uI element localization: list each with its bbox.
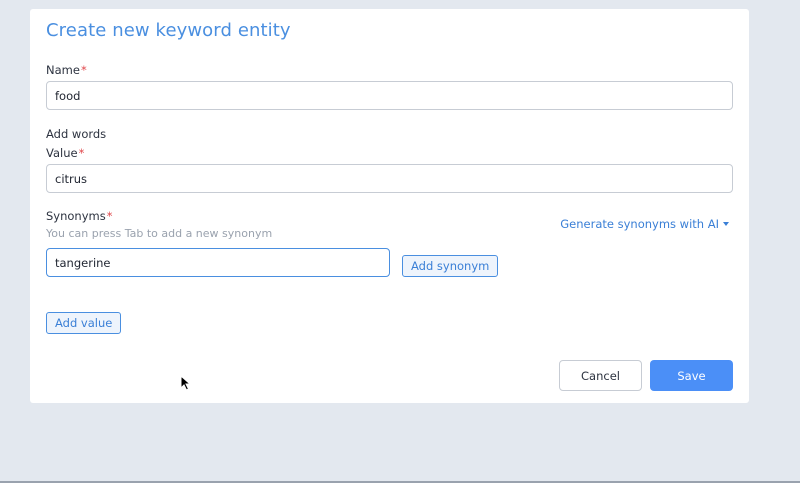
- cancel-button[interactable]: Cancel: [559, 360, 642, 391]
- dialog-title: Create new keyword entity: [46, 20, 291, 41]
- synonyms-required-mark: *: [106, 209, 113, 223]
- name-label: Name*: [46, 63, 87, 77]
- add-synonym-button[interactable]: Add synonym: [402, 255, 499, 277]
- save-button[interactable]: Save: [650, 360, 733, 391]
- name-label-text: Name: [46, 63, 80, 77]
- generate-synonyms-ai-label: Generate synonyms with AI: [560, 217, 719, 231]
- synonym-input[interactable]: [46, 248, 390, 277]
- value-label: Value*: [46, 146, 84, 160]
- create-keyword-entity-dialog: Create new keyword entity Name* Add word…: [30, 9, 749, 403]
- value-required-mark: *: [78, 146, 85, 160]
- generate-synonyms-ai-dropdown[interactable]: Generate synonyms with AI: [560, 217, 729, 231]
- add-value-button[interactable]: Add value: [46, 312, 122, 334]
- synonyms-label: Synonyms*: [46, 209, 112, 223]
- name-input[interactable]: [46, 81, 733, 110]
- synonyms-hint: You can press Tab to add a new synonym: [46, 227, 273, 240]
- value-label-text: Value: [46, 146, 78, 160]
- add-words-heading: Add words: [46, 127, 107, 141]
- name-required-mark: *: [80, 63, 87, 77]
- caret-down-icon: [723, 222, 729, 226]
- synonyms-label-text: Synonyms: [46, 209, 106, 223]
- mouse-pointer-icon: [180, 375, 192, 391]
- value-input[interactable]: [46, 164, 733, 193]
